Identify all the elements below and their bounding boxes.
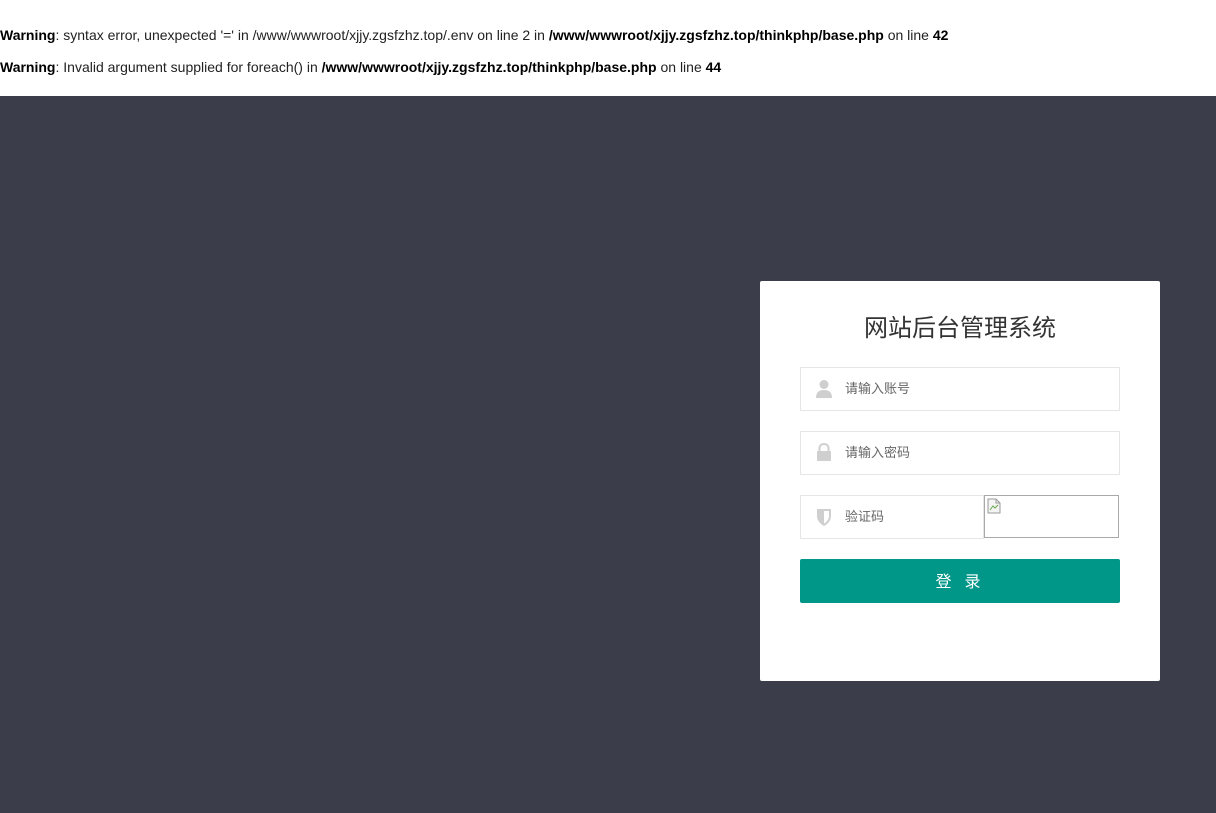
login-button[interactable]: 登 录 xyxy=(800,559,1120,603)
warning-text: : syntax error, unexpected '=' in /www/w… xyxy=(55,27,549,43)
warning-line-number: 44 xyxy=(705,59,722,75)
password-field[interactable] xyxy=(800,431,1120,475)
broken-image-icon xyxy=(987,498,1001,514)
warning-file: /www/wwwroot/xjjy.zgsfzhz.top/thinkphp/b… xyxy=(321,59,657,75)
lock-icon xyxy=(817,443,831,461)
warning-text: : Invalid argument supplied for foreach(… xyxy=(55,59,322,75)
warning-label: Warning xyxy=(0,27,56,43)
login-card: 网站后台管理系统 登 录 xyxy=(760,281,1160,681)
shield-icon xyxy=(817,509,831,526)
login-title: 网站后台管理系统 xyxy=(864,314,1056,342)
warning-line: Warning: Invalid argument supplied for f… xyxy=(0,58,1216,90)
username-input[interactable] xyxy=(845,368,1105,410)
password-input[interactable] xyxy=(845,432,1105,474)
php-warnings: Warning: syntax error, unexpected '=' in… xyxy=(0,12,1216,96)
warning-on-line: on line xyxy=(656,59,706,75)
browser-top-strip xyxy=(0,0,1216,12)
warning-on-line: on line xyxy=(883,27,933,43)
captcha-field[interactable] xyxy=(800,495,984,539)
warning-line-number: 42 xyxy=(932,27,949,43)
warning-label: Warning xyxy=(0,59,56,75)
warning-line: Warning: syntax error, unexpected '=' in… xyxy=(0,26,1216,58)
username-field[interactable] xyxy=(800,367,1120,411)
captcha-image[interactable] xyxy=(984,495,1119,538)
captcha-input[interactable] xyxy=(845,496,975,538)
user-icon xyxy=(816,380,832,398)
warning-file: /www/wwwroot/xjjy.zgsfzhz.top/thinkphp/b… xyxy=(548,27,884,43)
